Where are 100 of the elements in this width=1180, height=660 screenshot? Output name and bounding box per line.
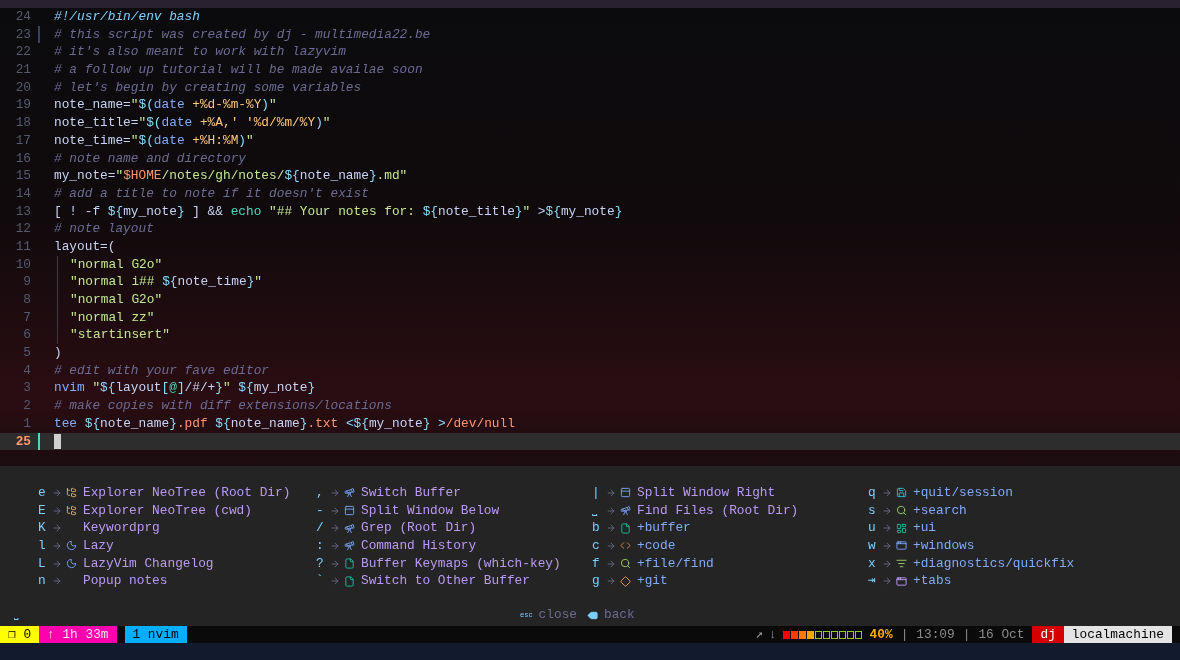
battery-reading: 40% bbox=[869, 625, 893, 644]
file-icon bbox=[344, 558, 355, 570]
menu-item[interactable]: +diagnostics/quickfix bbox=[913, 554, 1075, 573]
separator: | bbox=[962, 625, 971, 644]
user-segment: dj bbox=[1032, 626, 1064, 643]
key-label: l bbox=[38, 537, 47, 555]
key-label: K bbox=[38, 519, 47, 538]
menu-item[interactable]: Explorer NeoTree (Root Dir) bbox=[83, 484, 291, 502]
arrow-icon bbox=[606, 576, 616, 587]
menu-item[interactable]: Buffer Keymaps (which-key) bbox=[361, 554, 561, 573]
backspace-icon bbox=[587, 609, 598, 621]
line-number: 20 bbox=[14, 78, 31, 97]
menu-item[interactable]: Explorer NeoTree (cwd) bbox=[83, 501, 252, 520]
code-line: # a follow up tutorial will be made availae soon bbox=[54, 61, 423, 79]
arrow-icon bbox=[330, 576, 340, 587]
menu-item[interactable]: +code bbox=[637, 537, 676, 555]
code-line: note_time="$(date +%H:%M)" bbox=[54, 131, 254, 150]
menu-item[interactable]: +ui bbox=[913, 519, 937, 538]
arrow-icon bbox=[882, 523, 892, 534]
menu-item[interactable]: Command History bbox=[361, 537, 477, 555]
menu-item[interactable]: Lazy bbox=[83, 537, 114, 555]
key-label: w bbox=[868, 537, 877, 555]
menu-item[interactable]: +windows bbox=[913, 537, 975, 555]
line-number: 23 bbox=[14, 25, 31, 44]
arrow-icon bbox=[330, 540, 340, 551]
menu-item[interactable]: LazyVim Changelog bbox=[83, 554, 214, 573]
telescope-icon bbox=[620, 505, 631, 517]
arrow-icon bbox=[52, 558, 62, 569]
arrow-icon bbox=[52, 576, 62, 587]
search-icon bbox=[620, 558, 631, 570]
arrow-icon bbox=[882, 558, 892, 569]
code-line: tee ${note_name}.pdf ${note_name}.txt <${my_note} >/dev/null bbox=[54, 414, 515, 433]
window-icon bbox=[896, 540, 907, 552]
code-line: nvim "${layout[@]/#/+}" ${my_note} bbox=[54, 379, 316, 398]
menu-item[interactable]: +file/find bbox=[637, 554, 714, 573]
menu-item[interactable]: Split Window Below bbox=[361, 501, 500, 520]
key-label: L bbox=[38, 554, 47, 573]
code-line: # edit with your fave editor bbox=[54, 361, 270, 380]
line-number: 18 bbox=[14, 114, 31, 132]
key-label: n bbox=[38, 572, 47, 591]
arrow-icon bbox=[52, 523, 62, 534]
separator: | bbox=[900, 625, 909, 644]
menu-item[interactable]: +tabs bbox=[913, 572, 952, 591]
arrow-icon bbox=[52, 505, 62, 516]
menu-item[interactable]: Grep (Root Dir) bbox=[361, 519, 477, 538]
date-label: 16 Oct bbox=[978, 625, 1025, 644]
menu-item[interactable]: +search bbox=[913, 501, 967, 520]
file-icon bbox=[620, 522, 631, 534]
code-line: ) bbox=[54, 344, 62, 362]
arrow-icon bbox=[52, 540, 62, 551]
key-label: ` bbox=[316, 572, 325, 591]
code-line: "normal G2o" bbox=[70, 255, 163, 274]
line-number: 6 bbox=[22, 326, 31, 345]
menu-item[interactable]: +buffer bbox=[637, 519, 691, 538]
telescope-icon bbox=[344, 522, 355, 534]
window-icon bbox=[344, 505, 355, 517]
line-number: 25 bbox=[14, 432, 31, 451]
line-number: 3 bbox=[22, 379, 31, 398]
line-number: 11 bbox=[14, 237, 31, 256]
menu-item[interactable]: Split Window Right bbox=[637, 484, 776, 502]
line-number: 12 bbox=[14, 220, 31, 238]
save-icon bbox=[896, 487, 907, 499]
code-line: [ ! -f ${my_note} ] && echo "## Your notes for: ${note_title}" >${my_note} bbox=[54, 202, 623, 221]
menu-item[interactable]: Switch Buffer bbox=[361, 484, 461, 502]
key-label: x bbox=[868, 554, 877, 573]
menu-item[interactable]: Keywordprg bbox=[83, 519, 160, 538]
tab-icon bbox=[896, 575, 907, 587]
key-label: ⎵ bbox=[592, 501, 598, 520]
menu-item[interactable]: Find Files (Root Dir) bbox=[637, 501, 799, 520]
line-number: 24 bbox=[14, 8, 31, 26]
telescope-icon bbox=[344, 540, 355, 552]
code-line: note_name="$(date +%d-%m-%Y)" bbox=[54, 96, 277, 115]
line-number: 9 bbox=[22, 273, 31, 291]
code-line: # note name and directory bbox=[54, 149, 246, 168]
arrow-icon bbox=[882, 540, 892, 551]
key-label: u bbox=[868, 519, 877, 538]
file-icon bbox=[344, 575, 355, 587]
menu-item[interactable]: +quit/session bbox=[913, 484, 1013, 502]
key-label: g bbox=[592, 572, 601, 591]
window-icon bbox=[620, 487, 631, 499]
menu-item[interactable]: Popup notes bbox=[83, 572, 168, 591]
tree-icon bbox=[66, 487, 77, 499]
arrow-icon bbox=[882, 576, 892, 587]
status-segment: ❐ 0 bbox=[0, 626, 40, 643]
arrow-icon bbox=[330, 487, 340, 498]
line-number: 15 bbox=[14, 167, 31, 185]
menu-item[interactable]: +git bbox=[637, 572, 668, 591]
menu-item[interactable]: Switch to Other Buffer bbox=[361, 572, 530, 591]
arrow-icon bbox=[606, 505, 616, 516]
key-label: ? bbox=[316, 554, 325, 573]
key-label: / bbox=[316, 519, 325, 538]
code-line: # let's begin by creating some variables bbox=[54, 78, 362, 97]
code-icon bbox=[620, 540, 631, 552]
code-line: "normal zz" bbox=[70, 308, 155, 327]
arrow-icon bbox=[52, 487, 62, 498]
arrow-icon bbox=[882, 487, 892, 498]
line-number: 8 bbox=[22, 291, 31, 309]
key-label: s bbox=[868, 501, 877, 520]
key-label: c bbox=[592, 537, 601, 555]
code-line: # make copies with diff extensions/locations bbox=[54, 397, 392, 415]
